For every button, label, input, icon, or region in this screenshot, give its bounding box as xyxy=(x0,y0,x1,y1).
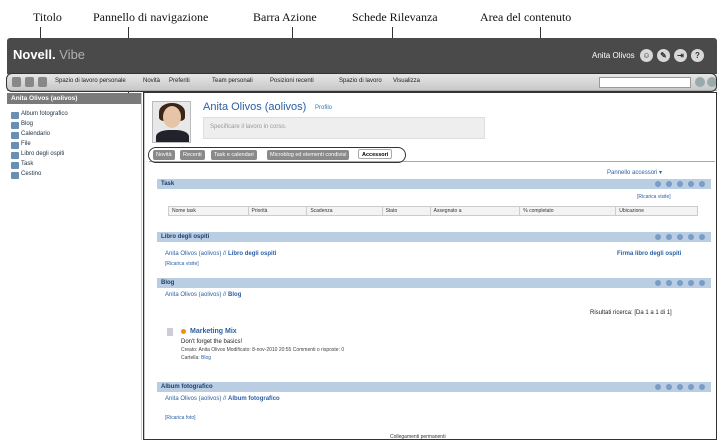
sidebar-item-trash[interactable]: Cestino xyxy=(7,171,141,180)
trash-icon xyxy=(11,172,19,179)
calendar-icon xyxy=(11,132,19,139)
annotation-action: Barra Azione xyxy=(253,10,317,24)
sidebar-item-tasks[interactable]: Task xyxy=(7,161,141,170)
photo-album-icon xyxy=(11,112,19,119)
file-icon xyxy=(11,142,19,149)
sidebar-item-guestbook[interactable]: Libro degli ospiti xyxy=(7,151,141,160)
sidebar-item-photo-album[interactable]: Album fotografico xyxy=(7,111,141,120)
personal-prefs-icon[interactable]: ☺ xyxy=(640,49,653,62)
screenshot: Titolo Pannello di navigazione Barra Azi… xyxy=(0,0,717,440)
help-icon[interactable]: ? xyxy=(691,49,704,62)
sidebar-header[interactable]: Anita Olivos (aolivos) xyxy=(7,93,141,104)
sidebar-item-calendar[interactable]: Calendario xyxy=(7,131,141,140)
sidebar-item-blog[interactable]: Blog xyxy=(7,121,141,130)
guestbook-icon xyxy=(11,152,19,159)
annotation-content: Area del contenuto xyxy=(480,10,572,24)
title-bar: Novell. Vibe Anita Olivos ☺ ✎ ⇥ ? xyxy=(7,38,717,74)
edit-icon[interactable]: ✎ xyxy=(657,49,670,62)
brand-logo: Novell. Vibe xyxy=(13,47,86,62)
annotation-nav: Pannello di navigazione xyxy=(93,10,209,24)
logout-icon[interactable]: ⇥ xyxy=(674,49,687,62)
navigation-panel: Anita Olivos (aolivos) Album fotografico… xyxy=(7,93,142,440)
user-name[interactable]: Anita Olivos xyxy=(592,51,635,60)
action-bar-outline xyxy=(6,73,717,92)
annotation-tabs: Schede Rilevanza xyxy=(352,10,438,24)
blog-icon xyxy=(11,122,19,129)
content-outline xyxy=(143,92,717,440)
task-icon xyxy=(11,162,19,169)
annotation-title: Titolo xyxy=(33,10,62,24)
sidebar-item-files[interactable]: File xyxy=(7,141,141,150)
